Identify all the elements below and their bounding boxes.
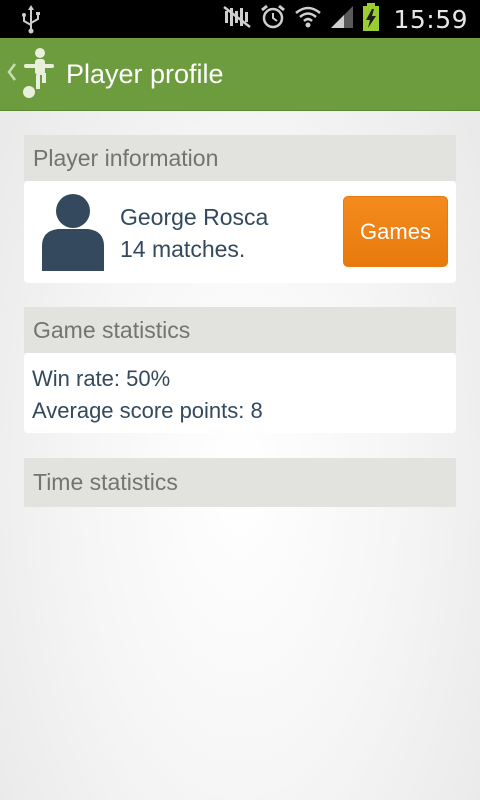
games-button[interactable]: Games (343, 196, 448, 267)
player-card: George Rosca 14 matches. Games (24, 181, 456, 283)
player-matches: 14 matches. (120, 236, 246, 262)
player-information-section: Player information George Rosca 14 match… (24, 135, 456, 283)
status-bar: 15:59 (0, 0, 480, 38)
action-bar: Player profile (0, 38, 480, 111)
mute-icon (221, 4, 253, 34)
game-statistics-card: Win rate: 50% Average score points: 8 (24, 353, 456, 433)
foosball-player-icon (18, 45, 58, 103)
game-statistics-section: Game statistics Win rate: 50% Average sc… (24, 307, 456, 433)
player-name: George Rosca (120, 204, 269, 230)
player-information-header: Player information (24, 135, 456, 181)
signal-icon (329, 4, 355, 34)
win-rate: Win rate: 50% (32, 366, 171, 391)
usb-icon (20, 4, 42, 38)
wifi-icon (293, 4, 323, 34)
battery-charging-icon (361, 2, 381, 36)
page-title: Player profile (66, 58, 224, 89)
game-statistics-header: Game statistics (24, 307, 456, 353)
average-score: Average score points: 8 (32, 398, 263, 423)
chevron-left-icon (6, 61, 18, 87)
time-statistics-section: Time statistics (24, 458, 456, 507)
alarm-icon (259, 3, 287, 35)
time-statistics-header: Time statistics (24, 458, 456, 507)
person-icon (36, 191, 110, 277)
up-navigation-button[interactable] (0, 38, 58, 110)
status-time: 15:59 (393, 4, 468, 34)
